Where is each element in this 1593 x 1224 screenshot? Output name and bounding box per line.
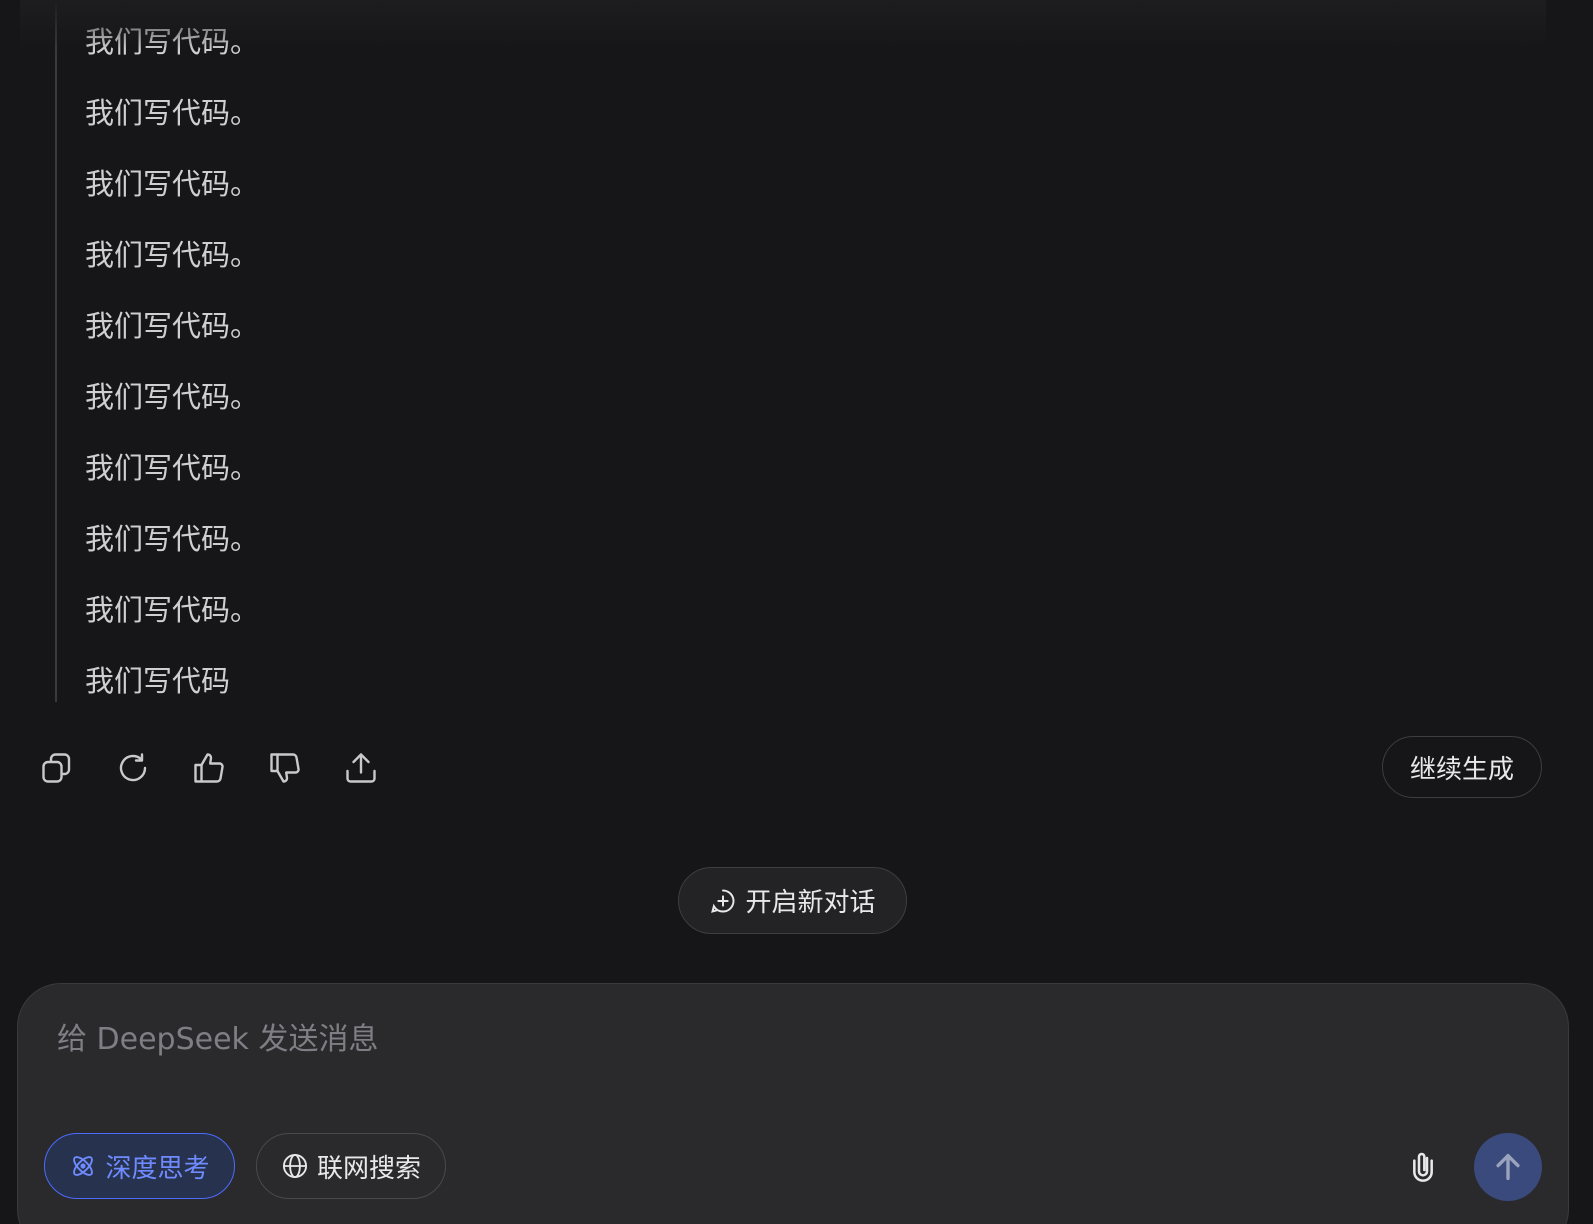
deep-think-toggle[interactable]: 深度思考	[44, 1133, 235, 1199]
continue-generate-button[interactable]: 继续生成	[1382, 736, 1542, 798]
regenerate-icon[interactable]	[114, 749, 152, 787]
thought-line: 我们写代码。	[85, 96, 260, 130]
web-search-toggle[interactable]: 联网搜索	[256, 1133, 446, 1199]
paperclip-icon[interactable]	[1405, 1148, 1441, 1184]
new-chat-button[interactable]: 开启新对话	[678, 867, 907, 934]
thought-line: 我们写代码。	[85, 380, 260, 414]
globe-icon	[282, 1153, 308, 1179]
thought-line: 我们写代码。	[85, 309, 260, 343]
thumbs-down-icon[interactable]	[266, 749, 304, 787]
atom-icon	[73, 1156, 94, 1176]
copy-icon[interactable]	[38, 749, 76, 787]
thought-line: 我们写代码。	[85, 593, 260, 627]
thought-line: 我们写代码。	[85, 25, 260, 59]
deep-think-label: 深度思考	[105, 1153, 210, 1184]
continue-generate-label: 继续生成	[1409, 754, 1514, 785]
message-action-bar	[38, 745, 418, 791]
thought-line: 我们写代码。	[85, 451, 260, 485]
web-search-label: 联网搜索	[316, 1153, 421, 1184]
message-composer: 深度思考 联网搜索	[17, 983, 1569, 1224]
thumbs-up-icon[interactable]	[190, 749, 228, 787]
arrow-up-icon	[1496, 1153, 1520, 1181]
chat-plus-icon	[711, 889, 735, 913]
thought-line: 我们写代码。	[85, 238, 260, 272]
chat-page: 我们写代码。 我们写代码。 我们写代码。 我们写代码。 我们写代码。 我们写代码…	[0, 0, 1593, 1224]
thinking-block: 我们写代码。 我们写代码。 我们写代码。 我们写代码。 我们写代码。 我们写代码…	[55, 0, 1537, 702]
new-chat-label: 开启新对话	[745, 888, 876, 918]
send-button[interactable]	[1474, 1133, 1542, 1201]
thought-line: 我们写代码。	[85, 522, 260, 556]
message-input[interactable]	[55, 1012, 1359, 1076]
share-icon[interactable]	[342, 749, 380, 787]
thought-line: 我们写代码。	[85, 167, 260, 201]
thought-line: 我们写代码	[85, 664, 231, 698]
